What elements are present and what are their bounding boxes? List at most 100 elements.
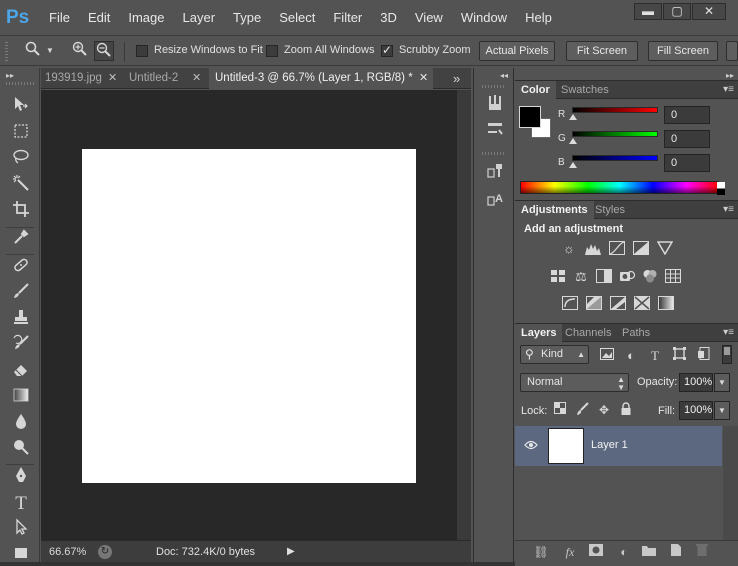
expand-toolbar-icon[interactable]: ▸▸ (6, 71, 14, 80)
menu-window[interactable]: Window (452, 0, 516, 36)
menu-layer[interactable]: Layer (174, 0, 225, 36)
doc-tab-untitled-3[interactable]: Untitled-3 @ 66.7% (Layer 1, RGB/8) * (209, 68, 433, 89)
document-canvas[interactable] (82, 149, 416, 483)
type-layer-filter-icon[interactable]: T (646, 347, 664, 364)
color-spectrum-bar[interactable] (520, 181, 725, 195)
brightness-contrast-icon[interactable]: ☼ (560, 241, 578, 257)
eraser-tool-icon[interactable] (9, 360, 33, 384)
layer-style-icon[interactable]: fx (561, 543, 579, 561)
new-group-icon[interactable] (640, 543, 658, 561)
collapse-panels-icon[interactable]: ▸▸ (726, 71, 734, 80)
gradient-tool-icon[interactable] (9, 386, 33, 410)
zoom-level-field[interactable]: 66.67% (49, 546, 86, 558)
pasteboard[interactable] (41, 90, 457, 540)
pixel-layer-filter-icon[interactable] (598, 347, 616, 364)
layer-name[interactable]: Layer 1 (591, 439, 628, 451)
zoom-in-icon[interactable] (70, 41, 90, 61)
new-adjustment-layer-icon[interactable]: ◐ (615, 543, 633, 561)
actual-pixels-button[interactable]: Actual Pixels (479, 41, 555, 61)
invert-icon[interactable] (561, 296, 579, 312)
dock-grip[interactable] (482, 152, 506, 155)
threshold-icon[interactable] (609, 296, 627, 312)
menu-file[interactable]: File (40, 0, 79, 36)
fill-screen-button[interactable]: Fill Screen (648, 41, 718, 61)
healing-brush-tool-icon[interactable] (9, 256, 33, 280)
hue-saturation-icon[interactable] (549, 269, 567, 285)
menu-image[interactable]: Image (119, 0, 173, 36)
move-tool-icon[interactable] (9, 95, 33, 119)
shape-layer-filter-icon[interactable] (670, 347, 688, 364)
marquee-tool-icon[interactable] (9, 122, 33, 146)
eyedropper-tool-icon[interactable] (9, 228, 33, 252)
path-selection-tool-icon[interactable] (9, 518, 33, 542)
tab-adjustments[interactable]: Adjustments (515, 201, 594, 219)
tab-styles[interactable]: Styles (589, 201, 631, 219)
crop-tool-icon[interactable] (9, 200, 33, 224)
resize-windows-checkbox[interactable] (136, 45, 148, 57)
curves-icon[interactable] (608, 241, 626, 257)
eye-icon[interactable] (523, 438, 539, 454)
lock-transparent-pixels-icon[interactable] (552, 402, 568, 418)
tab-layers[interactable]: Layers (515, 324, 563, 342)
maximize-button[interactable]: ▢ (663, 3, 691, 20)
black-white-icon[interactable] (595, 269, 613, 285)
minimize-button[interactable]: ▬ (634, 3, 662, 20)
foreground-color-swatch[interactable] (519, 106, 541, 128)
scrubby-zoom-checkbox[interactable] (381, 43, 393, 57)
opacity-dropdown-icon[interactable]: ▼ (714, 373, 730, 392)
color-balance-icon[interactable]: ⚖ (572, 269, 590, 285)
close-tab-icon[interactable]: ✕ (108, 68, 117, 89)
brush-presets-icon[interactable] (483, 94, 507, 116)
menu-select[interactable]: Select (270, 0, 324, 36)
menu-edit[interactable]: Edit (79, 0, 119, 36)
blue-slider[interactable] (572, 155, 658, 161)
filter-toggle-switch[interactable] (722, 345, 732, 364)
layers-scrollbar[interactable] (723, 426, 738, 540)
menu-filter[interactable]: Filter (324, 0, 371, 36)
tab-swatches[interactable]: Swatches (555, 81, 615, 99)
adjustment-layer-filter-icon[interactable]: ◐ (622, 347, 640, 364)
fill-dropdown-icon[interactable]: ▼ (714, 401, 730, 420)
panel-menu-icon[interactable]: ▾≡ (723, 201, 734, 219)
gradient-map-icon[interactable] (657, 296, 675, 312)
clone-stamp-tool-icon[interactable] (9, 308, 33, 332)
tab-channels[interactable]: Channels (559, 324, 617, 342)
close-tab-icon[interactable]: ✕ (419, 68, 428, 89)
tab-paths[interactable]: Paths (616, 324, 656, 342)
dodge-tool-icon[interactable] (9, 438, 33, 462)
new-layer-icon[interactable] (666, 543, 684, 561)
type-tool-icon[interactable]: T (9, 492, 33, 516)
color-lookup-icon[interactable] (664, 269, 682, 285)
vibrance-icon[interactable] (656, 241, 674, 257)
brush-tool-icon[interactable] (9, 282, 33, 306)
green-slider-thumb[interactable] (569, 138, 577, 144)
red-value-field[interactable]: 0 (664, 106, 710, 124)
layer-filter-kind-select[interactable]: ⚲ Kind ▲ (520, 345, 589, 364)
more-tabs-icon[interactable]: » (453, 68, 460, 89)
layer-row[interactable]: Layer 1 (515, 426, 722, 466)
add-mask-icon[interactable] (587, 543, 605, 561)
opacity-input[interactable]: 100% (679, 373, 713, 392)
levels-icon[interactable] (584, 241, 602, 257)
zoom-all-windows-checkbox[interactable] (266, 45, 278, 57)
options-grip[interactable] (5, 42, 8, 62)
character-panel-icon[interactable] (483, 162, 507, 184)
lock-position-icon[interactable]: ✥ (596, 402, 612, 418)
photo-filter-icon[interactable] (618, 269, 636, 285)
lock-all-icon[interactable] (618, 402, 634, 418)
blur-tool-icon[interactable] (9, 412, 33, 436)
exposure-icon[interactable] (632, 241, 650, 257)
print-size-button[interactable] (726, 41, 738, 61)
tool-preset-dropdown-icon[interactable]: ▼ (44, 41, 56, 61)
blue-slider-thumb[interactable] (569, 162, 577, 168)
brush-panel-icon[interactable] (483, 120, 507, 142)
panel-menu-icon[interactable]: ▾≡ (723, 324, 734, 342)
channel-mixer-icon[interactable] (641, 269, 659, 285)
dock-grip[interactable] (482, 85, 506, 88)
share-icon[interactable]: ↻ (98, 545, 112, 559)
menu-type[interactable]: Type (224, 0, 270, 36)
lasso-tool-icon[interactable] (9, 148, 33, 172)
close-tab-icon[interactable]: ✕ (192, 68, 201, 89)
collapse-dock-icon[interactable]: ◂◂ (500, 71, 508, 80)
link-layers-icon[interactable]: ⛓ (532, 543, 550, 561)
